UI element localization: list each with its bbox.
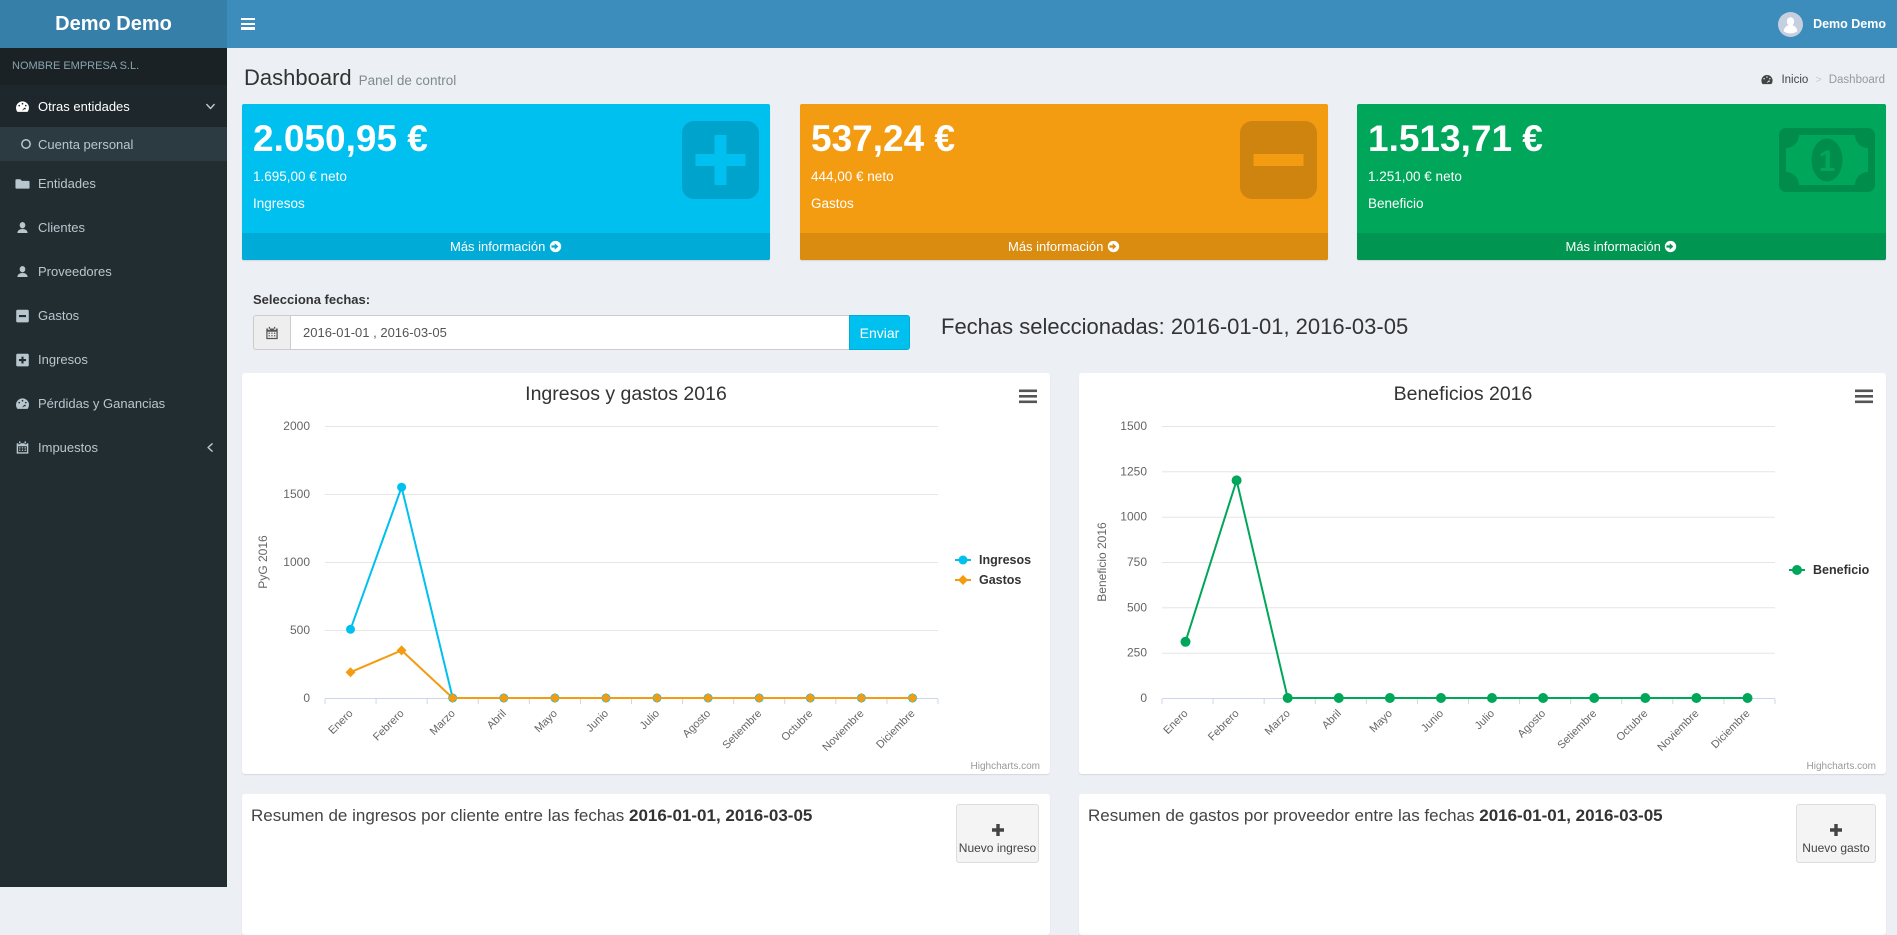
svg-text:Agosto: Agosto [681,708,714,741]
svg-text:Highcharts.com: Highcharts.com [1807,761,1876,772]
svg-text:Julio: Julio [638,708,662,732]
svg-text:Marzo: Marzo [1263,708,1293,738]
svg-text:Noviembre: Noviembre [1655,708,1701,754]
svg-text:0: 0 [1140,691,1147,705]
svg-text:Enero: Enero [326,708,355,737]
svg-text:Mayo: Mayo [533,708,561,736]
svg-text:Gastos: Gastos [979,573,1021,587]
svg-text:Mayo: Mayo [1368,708,1396,736]
svg-text:0: 0 [303,691,310,705]
svg-text:1500: 1500 [1120,419,1147,433]
svg-text:750: 750 [1127,555,1147,569]
svg-text:Marzo: Marzo [428,708,458,738]
svg-text:Diciembre: Diciembre [874,708,917,751]
svg-text:Beneficio: Beneficio [1813,563,1870,577]
svg-text:500: 500 [290,623,310,637]
svg-text:1500: 1500 [283,487,310,501]
svg-text:Beneficio 2016: Beneficio 2016 [1095,522,1109,602]
svg-text:PyG 2016: PyG 2016 [256,535,270,589]
svg-text:Beneficios 2016: Beneficios 2016 [1394,383,1533,405]
svg-text:Noviembre: Noviembre [820,708,866,754]
svg-text:Setiembre: Setiembre [720,708,764,752]
svg-text:Ingresos y gastos 2016: Ingresos y gastos 2016 [525,383,727,405]
svg-text:1000: 1000 [283,555,310,569]
svg-text:500: 500 [1127,600,1147,614]
svg-text:Febrero: Febrero [1206,708,1242,744]
svg-text:Highcharts.com: Highcharts.com [971,761,1040,772]
svg-text:Agosto: Agosto [1516,708,1549,741]
svg-text:Enero: Enero [1161,708,1190,737]
svg-text:Abril: Abril [485,708,509,732]
svg-text:Octubre: Octubre [1614,708,1650,744]
svg-text:1250: 1250 [1120,464,1147,478]
svg-text:Abril: Abril [1320,708,1344,732]
svg-text:Octubre: Octubre [779,708,815,744]
svg-text:Ingresos: Ingresos [979,553,1031,567]
svg-text:Diciembre: Diciembre [1709,708,1752,751]
svg-text:250: 250 [1127,646,1147,660]
svg-text:Febrero: Febrero [371,708,407,744]
svg-text:Setiembre: Setiembre [1555,708,1599,752]
svg-text:Junio: Junio [584,708,611,735]
svg-text:Julio: Julio [1473,708,1497,732]
svg-text:2000: 2000 [283,419,310,433]
svg-text:Junio: Junio [1419,708,1446,735]
svg-text:1000: 1000 [1120,510,1147,524]
